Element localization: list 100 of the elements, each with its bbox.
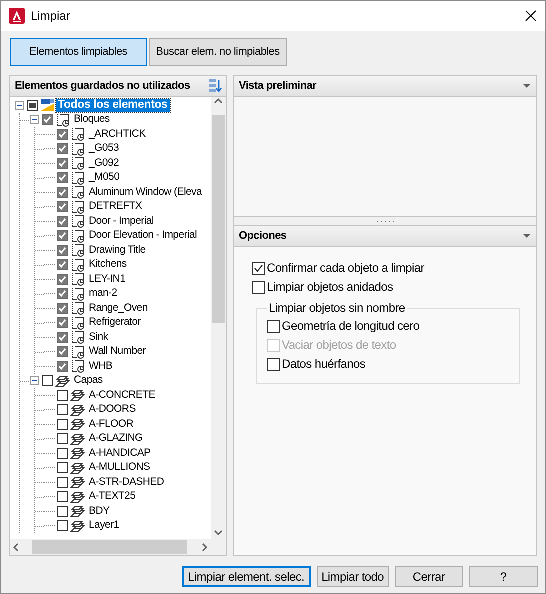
dialog-button[interactable]: Cerrar <box>395 566 463 587</box>
block-icon <box>70 301 86 316</box>
checkbox[interactable] <box>57 476 68 488</box>
close-icon[interactable] <box>525 10 537 22</box>
checkbox[interactable] <box>42 375 53 386</box>
checkbox[interactable] <box>57 244 68 256</box>
tree-item[interactable]: _ARCHTICK <box>87 128 148 141</box>
checkbox[interactable] <box>57 288 68 300</box>
checkbox[interactable] <box>57 448 68 459</box>
tree-item[interactable]: Wall Number <box>87 345 148 358</box>
checkbox[interactable] <box>57 360 68 372</box>
checkbox-label: Geometría de longitud cero <box>282 319 420 333</box>
tree-item[interactable]: A-TEXT25 <box>87 490 138 504</box>
tree-item[interactable]: Capas <box>72 374 105 388</box>
dialog-button[interactable]: ? <box>469 566 538 587</box>
tree-item[interactable]: _G053 <box>87 142 122 156</box>
dialog-button[interactable]: Limpiar todo <box>316 566 389 587</box>
tree-item[interactable]: BDY <box>87 504 112 518</box>
checkbox[interactable] <box>57 158 68 169</box>
block-icon <box>55 112 71 127</box>
block-icon <box>70 243 86 258</box>
tab[interactable]: Elementos limpiables <box>10 38 147 66</box>
checkbox[interactable] <box>57 186 68 198</box>
block-icon <box>70 258 86 272</box>
checkbox[interactable] <box>42 114 53 126</box>
checkbox[interactable] <box>57 346 68 358</box>
checkbox[interactable] <box>57 259 68 270</box>
tree-item[interactable]: WHB <box>87 360 115 373</box>
checkbox[interactable] <box>57 201 68 212</box>
tab[interactable]: Buscar elem. no limpiables <box>149 38 287 66</box>
checkbox[interactable] <box>267 358 280 370</box>
checkbox[interactable] <box>57 143 68 154</box>
block-icon <box>70 185 86 200</box>
tree-item[interactable]: A-DOORS <box>87 403 138 416</box>
tree-item[interactable]: Layer1 <box>87 519 122 532</box>
block-icon <box>70 359 86 374</box>
checkbox[interactable] <box>57 302 68 314</box>
scrollbar-thumb[interactable] <box>212 115 225 323</box>
checkbox-label: Confirmar cada objeto a limpiar <box>267 261 424 275</box>
checkbox[interactable] <box>57 128 68 140</box>
collapse-icon[interactable] <box>30 376 39 386</box>
checkbox[interactable] <box>57 404 68 416</box>
tree-item[interactable]: A-CONCRETE <box>87 388 158 402</box>
dropdown-arrow-icon[interactable] <box>522 83 532 89</box>
checkbox-label: Vaciar objetos de texto <box>282 338 396 352</box>
checkbox[interactable] <box>27 100 38 111</box>
tree-item[interactable]: Todos los elementos <box>56 98 170 112</box>
checkbox[interactable] <box>57 332 68 343</box>
checkbox[interactable] <box>57 433 68 444</box>
tree-item[interactable]: A-HANDICAP <box>87 446 153 460</box>
tree-item[interactable]: A-STR-DASHED <box>87 476 166 489</box>
checkbox[interactable] <box>57 390 68 401</box>
layers-icon <box>70 518 86 533</box>
tree-item[interactable]: Refrigerator <box>87 316 143 330</box>
window-title: Limpiar <box>31 9 72 23</box>
checkbox[interactable] <box>57 216 68 227</box>
tree-item[interactable]: _M050 <box>87 171 122 184</box>
sort-icon[interactable] <box>208 78 222 94</box>
checkbox[interactable] <box>57 274 68 285</box>
tree-item[interactable]: Sink <box>87 330 110 344</box>
tree-item[interactable]: Door Elevation - Imperial <box>87 229 200 242</box>
tree-item[interactable]: A-MULLIONS <box>87 461 152 474</box>
tree-item[interactable]: Aluminum Window (Eleva <box>87 186 204 199</box>
checkbox[interactable] <box>57 317 68 328</box>
tree-item[interactable]: A-GLAZING <box>87 432 145 446</box>
checkbox[interactable] <box>57 520 68 532</box>
tree-item[interactable]: Range_Oven <box>87 302 150 315</box>
collapse-icon[interactable] <box>15 100 24 110</box>
checkbox[interactable] <box>267 320 280 332</box>
tree-item[interactable]: Door - Imperial <box>87 214 156 228</box>
tree-item[interactable]: Bloques <box>72 113 112 126</box>
checkbox[interactable] <box>252 262 265 274</box>
tree-item[interactable]: _G092 <box>87 156 122 170</box>
checkbox[interactable] <box>57 230 68 242</box>
panel-title: Opciones <box>239 230 287 242</box>
checkbox[interactable] <box>252 280 265 294</box>
app-icon <box>9 8 25 24</box>
tree-item[interactable]: Drawing Title <box>87 244 148 257</box>
checkbox[interactable] <box>57 491 68 502</box>
checkbox[interactable] <box>57 418 68 430</box>
checkbox-label: Limpiar objetos anidados <box>267 280 394 294</box>
panel-title: Vista preliminar <box>239 80 317 92</box>
block-icon <box>70 286 86 301</box>
block-icon <box>70 200 86 214</box>
checkbox[interactable] <box>57 462 68 474</box>
tree-item[interactable]: DETREFTX <box>87 200 144 214</box>
tree-item[interactable]: LEY-IN1 <box>87 272 128 286</box>
block-icon <box>70 228 86 243</box>
layers-icon <box>70 490 86 504</box>
block-icon <box>70 127 86 142</box>
tree-item[interactable]: A-FLOOR <box>87 418 136 431</box>
scroll-up-icon[interactable] <box>214 97 223 106</box>
dropdown-arrow-icon[interactable] <box>522 233 532 239</box>
scrollbar-thumb[interactable] <box>32 540 187 554</box>
tree-item[interactable]: man-2 <box>87 287 120 300</box>
dialog-button[interactable]: Limpiar element. selec. <box>182 566 311 587</box>
checkbox[interactable] <box>57 506 68 517</box>
checkbox[interactable] <box>57 172 68 184</box>
collapse-icon[interactable] <box>30 115 39 124</box>
tree-item[interactable]: Kitchens <box>87 258 129 272</box>
